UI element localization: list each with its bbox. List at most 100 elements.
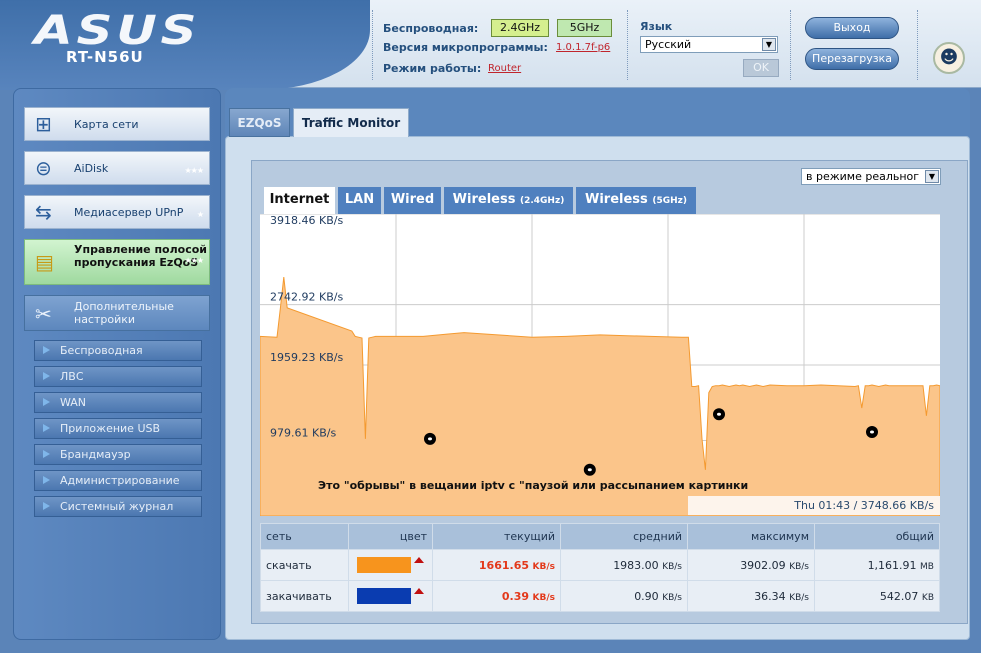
reboot-button[interactable]: Перезагрузка <box>805 48 899 70</box>
stats-header: цвет <box>348 523 433 550</box>
arrow-up-icon[interactable] <box>414 588 424 594</box>
chart-tab-wireless-5[interactable]: Wireless (5GHz) <box>576 187 696 214</box>
total-cell: 542.07 KB <box>814 580 940 612</box>
dropout-marker-center <box>717 412 721 416</box>
chart-tab-wired[interactable]: Wired <box>384 187 441 214</box>
divider <box>627 10 628 80</box>
chart-tab-label: Wireless <box>585 192 648 207</box>
sidebar-sub-admin[interactable]: Администрирование <box>34 470 202 491</box>
stats-header: текущий <box>432 523 561 550</box>
triangle-right-icon <box>43 372 50 380</box>
sidebar-sub-wan[interactable]: WAN <box>34 392 202 413</box>
current-cell: 1661.65 KB/s <box>432 549 561 581</box>
sidebar-sub-lan[interactable]: ЛВС <box>34 366 202 387</box>
network-map-icon: ⊞ <box>35 112 52 136</box>
firmware-label: Версия микропрограммы: <box>383 41 548 54</box>
sidebar-item-label: Медиасервер UPnP <box>74 206 184 219</box>
firmware-link[interactable]: 1.0.1.7f-p6 <box>556 42 610 53</box>
logout-button[interactable]: Выход <box>805 17 899 39</box>
download-color-swatch[interactable] <box>357 557 411 573</box>
sidebar-item-label: Карта сети <box>74 118 139 131</box>
chevron-down-icon: ▼ <box>762 38 776 51</box>
color-cell <box>348 549 433 581</box>
stats-header-row: сеть цвет текущий средний максимум общий <box>260 523 940 550</box>
sidebar-item-network-map[interactable]: ⊞ Карта сети <box>24 107 210 141</box>
monitor-mode-select[interactable]: в режиме реальног ▼ <box>801 168 941 185</box>
chart-annotation: Это "обрывы" в вещании iptv с "паузой ил… <box>318 479 748 492</box>
row-label: закачивать <box>260 580 349 612</box>
chart-tab-label: LAN <box>344 192 375 207</box>
tab-ezqos[interactable]: EZQoS <box>229 108 290 137</box>
total-value: 542.07 <box>879 589 919 603</box>
current-value: 1661.65 <box>478 558 530 572</box>
language-select[interactable]: Русский ▼ <box>640 36 778 53</box>
ok-button[interactable]: OK <box>743 59 779 77</box>
wireless-label: Беспроводная: <box>383 22 479 35</box>
mode-label: Режим работы: <box>383 62 482 75</box>
band-5-button[interactable]: 5GHz <box>557 19 612 37</box>
tab-traffic-monitor[interactable]: Traffic Monitor <box>293 108 409 137</box>
table-row: закачивать 0.39 KB/s 0.90 KB/s 36.34 KB/… <box>260 580 940 612</box>
max-cell: 36.34 KB/s <box>687 580 815 612</box>
unit: KB/s <box>789 592 809 603</box>
sidebar-sub-wireless[interactable]: Беспроводная <box>34 340 202 361</box>
sidebar-sub-firewall[interactable]: Брандмауэр <box>34 444 202 465</box>
logo-band: ASUS RT-N56U <box>0 0 370 90</box>
sidebar-item-label: Дополнительные настройки <box>74 300 174 326</box>
divider <box>917 10 918 80</box>
chart-tab-suffix: (2.4GHz) <box>519 196 565 206</box>
sidebar-item-aidisk[interactable]: ⊜ AiDisk ★★★ <box>24 151 210 185</box>
average-cell: 1983.00 KB/s <box>560 549 688 581</box>
sidebar-item-advanced[interactable]: ✂ Дополнительные настройки <box>24 295 210 331</box>
rating-stars-icon: ★★★ <box>184 166 203 175</box>
row-label: скачать <box>260 549 349 581</box>
chart-tab-internet[interactable]: Internet <box>264 187 335 214</box>
sidebar-sub-usb[interactable]: Приложение USB <box>34 418 202 439</box>
tools-icon: ✂ <box>35 302 52 326</box>
average-cell: 0.90 KB/s <box>560 580 688 612</box>
stats-header: максимум <box>687 523 815 550</box>
stats-header: общий <box>814 523 940 550</box>
model-name: RT-N56U <box>66 48 144 66</box>
chart-tab-suffix: (5GHz) <box>652 196 687 206</box>
max-value: 3902.09 <box>740 558 786 572</box>
chart-tab-lan[interactable]: LAN <box>338 187 381 214</box>
max-value: 36.34 <box>754 589 786 603</box>
band-24-button[interactable]: 2.4GHz <box>491 19 549 37</box>
language-label: Язык <box>640 20 673 33</box>
average-value: 1983.00 <box>613 558 659 572</box>
color-cell <box>348 580 433 612</box>
dropout-marker-center <box>870 430 874 434</box>
arrow-up-icon[interactable] <box>414 557 424 563</box>
triangle-right-icon <box>43 398 50 406</box>
upload-color-swatch[interactable] <box>357 588 411 604</box>
chart-tab-label: Internet <box>269 192 330 207</box>
monitor-mode-value: в режиме реальног <box>806 170 920 183</box>
y-tick-label: 1959.23 KB/s <box>270 351 343 364</box>
sidebar-sub-syslog[interactable]: Системный журнал <box>34 496 202 517</box>
language-value: Русский <box>645 38 692 51</box>
y-tick-label: 2742.92 KB/s <box>270 291 343 304</box>
sub-item-label: Беспроводная <box>60 344 143 357</box>
traffic-chart: 3918.46 KB/s 2742.92 KB/s 1959.23 KB/s 979.… <box>260 214 940 516</box>
chart-tab-label: Wireless <box>452 192 516 207</box>
traffic-panel: в режиме реальног ▼ Internet LAN Wired W… <box>251 160 968 624</box>
chart-timestamp: Thu 01:43 / 3748.66 KB/s <box>688 496 940 515</box>
sub-item-label: Системный журнал <box>60 500 174 513</box>
chart-tab-wireless-24[interactable]: Wireless (2.4GHz) <box>444 187 573 214</box>
media-server-icon: ⇆ <box>35 200 52 224</box>
chart-tab-label: Wired <box>390 192 435 207</box>
sidebar-item-bandwidth[interactable]: ▤ Управление полосой пропускания EzQoS ★… <box>24 239 210 285</box>
disk-icon: ⊜ <box>35 156 52 180</box>
triangle-right-icon <box>43 450 50 458</box>
total-cell: 1,161.91 MB <box>814 549 940 581</box>
unit: KB <box>921 592 934 603</box>
divider <box>790 10 791 80</box>
y-tick-label: 979.61 KB/s <box>270 427 336 440</box>
rating-stars-icon: ★★★ <box>184 256 203 265</box>
sidebar-item-media-server[interactable]: ⇆ Медиасервер UPnP ★ <box>24 195 210 229</box>
unit: KB/s <box>532 592 555 603</box>
dropout-marker-center <box>587 468 592 472</box>
unit: KB/s <box>532 561 555 572</box>
mode-link[interactable]: Router <box>488 63 521 74</box>
